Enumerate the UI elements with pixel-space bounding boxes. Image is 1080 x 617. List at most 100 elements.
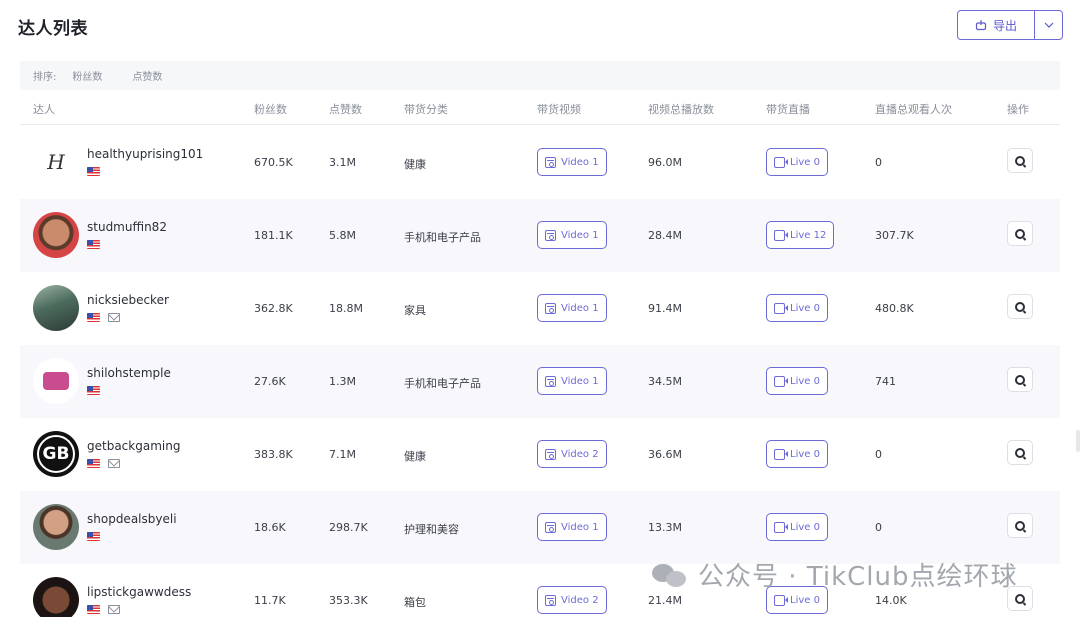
avatar[interactable] (33, 358, 79, 404)
table-row: H healthyuprising101 670.5K 3.1M 健康 Vide… (20, 126, 1060, 199)
live-camera-icon (774, 375, 788, 387)
avatar[interactable]: GB (33, 431, 79, 477)
video-button[interactable]: Video 1 (537, 513, 607, 541)
scrollbar[interactable] (1076, 430, 1080, 452)
export-dropdown-button[interactable] (1035, 11, 1062, 39)
live-count: Live 0 (790, 302, 820, 314)
live-count: Live 0 (790, 521, 820, 533)
wechat-icon (650, 560, 690, 590)
table-row: GB getbackgaming 383.8K 7.1M 健康 Video 2 … (20, 418, 1060, 491)
creator-name[interactable]: nicksiebecker (87, 293, 169, 307)
view-detail-button[interactable] (1007, 440, 1033, 465)
followers-value: 181.1K (254, 229, 293, 242)
likes-value: 1.3M (329, 375, 356, 388)
video-views-value: 91.4M (648, 302, 682, 315)
sort-option-likes[interactable]: 点赞数 (132, 68, 162, 83)
video-button[interactable]: Video 2 (537, 440, 607, 468)
column-header-followers[interactable]: 粉丝数 (254, 101, 287, 117)
creator-name[interactable]: shopdealsbyeli (87, 512, 177, 526)
live-button[interactable]: Live 0 (766, 513, 828, 541)
video-count: Video 2 (561, 448, 599, 460)
mail-icon[interactable] (108, 459, 120, 468)
watermark: 公众号 · TikClub点绘环球 (650, 556, 1018, 593)
video-calendar-icon (545, 448, 556, 460)
view-detail-button[interactable] (1007, 513, 1033, 538)
live-button[interactable]: Live 0 (766, 294, 828, 322)
likes-value: 353.3K (329, 594, 368, 607)
video-calendar-icon (545, 594, 556, 606)
search-icon (1015, 155, 1025, 166)
view-detail-button[interactable] (1007, 294, 1033, 319)
video-calendar-icon (545, 156, 556, 168)
live-count: Live 12 (790, 229, 827, 241)
avatar[interactable] (33, 212, 79, 258)
us-flag-icon (87, 532, 100, 541)
video-count: Video 1 (561, 521, 599, 533)
video-count: Video 1 (561, 302, 599, 314)
video-button[interactable]: Video 1 (537, 148, 607, 176)
followers-value: 11.7K (254, 594, 286, 607)
avatar[interactable] (33, 577, 79, 617)
page-title: 达人列表 (18, 19, 88, 39)
us-flag-icon (87, 605, 100, 614)
likes-value: 7.1M (329, 448, 356, 461)
search-icon (1015, 520, 1025, 531)
video-views-value: 96.0M (648, 156, 682, 169)
sort-bar: 排序: 粉丝数 点赞数 (20, 61, 1060, 90)
video-views-value: 34.5M (648, 375, 682, 388)
category-value: 护理和美容 (404, 523, 459, 536)
video-views-value: 36.6M (648, 448, 682, 461)
creator-name[interactable]: getbackgaming (87, 439, 180, 453)
view-detail-button[interactable] (1007, 367, 1033, 392)
column-header-videos: 带货视频 (537, 103, 581, 116)
live-views-value: 0 (875, 156, 882, 169)
video-calendar-icon (545, 375, 556, 387)
export-button[interactable]: 导出 (958, 11, 1034, 39)
creator-name[interactable]: healthyuprising101 (87, 147, 203, 161)
followers-value: 670.5K (254, 156, 293, 169)
video-views-value: 21.4M (648, 594, 682, 607)
column-header-likes[interactable]: 点赞数 (329, 101, 362, 117)
column-header-video-views[interactable]: 视频总播放数 (648, 101, 714, 117)
column-header-live-views[interactable]: 直播总观看人次 (875, 101, 952, 117)
followers-value: 362.8K (254, 302, 293, 315)
sort-option-followers[interactable]: 粉丝数 (72, 68, 102, 83)
avatar[interactable] (33, 504, 79, 550)
video-button[interactable]: Video 1 (537, 367, 607, 395)
live-button[interactable]: Live 0 (766, 440, 828, 468)
creator-name[interactable]: shilohstemple (87, 366, 171, 380)
video-views-value: 13.3M (648, 521, 682, 534)
live-button[interactable]: Live 0 (766, 367, 828, 395)
live-camera-icon (774, 448, 788, 460)
mail-icon[interactable] (108, 313, 120, 322)
live-views-value: 307.7K (875, 229, 914, 242)
column-header-actions: 操作 (1007, 103, 1029, 116)
video-button[interactable]: Video 1 (537, 294, 607, 322)
mail-icon[interactable] (108, 605, 120, 614)
export-label: 导出 (992, 18, 1017, 33)
live-count: Live 0 (790, 375, 820, 387)
live-views-value: 480.8K (875, 302, 914, 315)
video-count: Video 1 (561, 375, 599, 387)
live-views-value: 14.0K (875, 594, 907, 607)
view-detail-button[interactable] (1007, 221, 1033, 246)
avatar[interactable] (33, 285, 79, 331)
category-value: 手机和电子产品 (404, 231, 481, 244)
avatar[interactable]: H (33, 139, 79, 185)
creator-name[interactable]: studmuffin82 (87, 220, 167, 234)
view-detail-button[interactable] (1007, 148, 1033, 173)
video-button[interactable]: Video 1 (537, 221, 607, 249)
followers-value: 27.6K (254, 375, 286, 388)
us-flag-icon (87, 459, 100, 468)
likes-value: 18.8M (329, 302, 363, 315)
us-flag-icon (87, 313, 100, 322)
live-button[interactable]: Live 12 (766, 221, 835, 249)
us-flag-icon (87, 386, 100, 395)
video-count: Video 1 (561, 156, 599, 168)
creator-name[interactable]: lipstickgawwdess (87, 585, 191, 599)
live-count: Live 0 (790, 448, 820, 460)
live-button[interactable]: Live 0 (766, 148, 828, 176)
live-views-value: 0 (875, 448, 882, 461)
search-icon (1015, 228, 1025, 239)
video-button[interactable]: Video 2 (537, 586, 607, 614)
